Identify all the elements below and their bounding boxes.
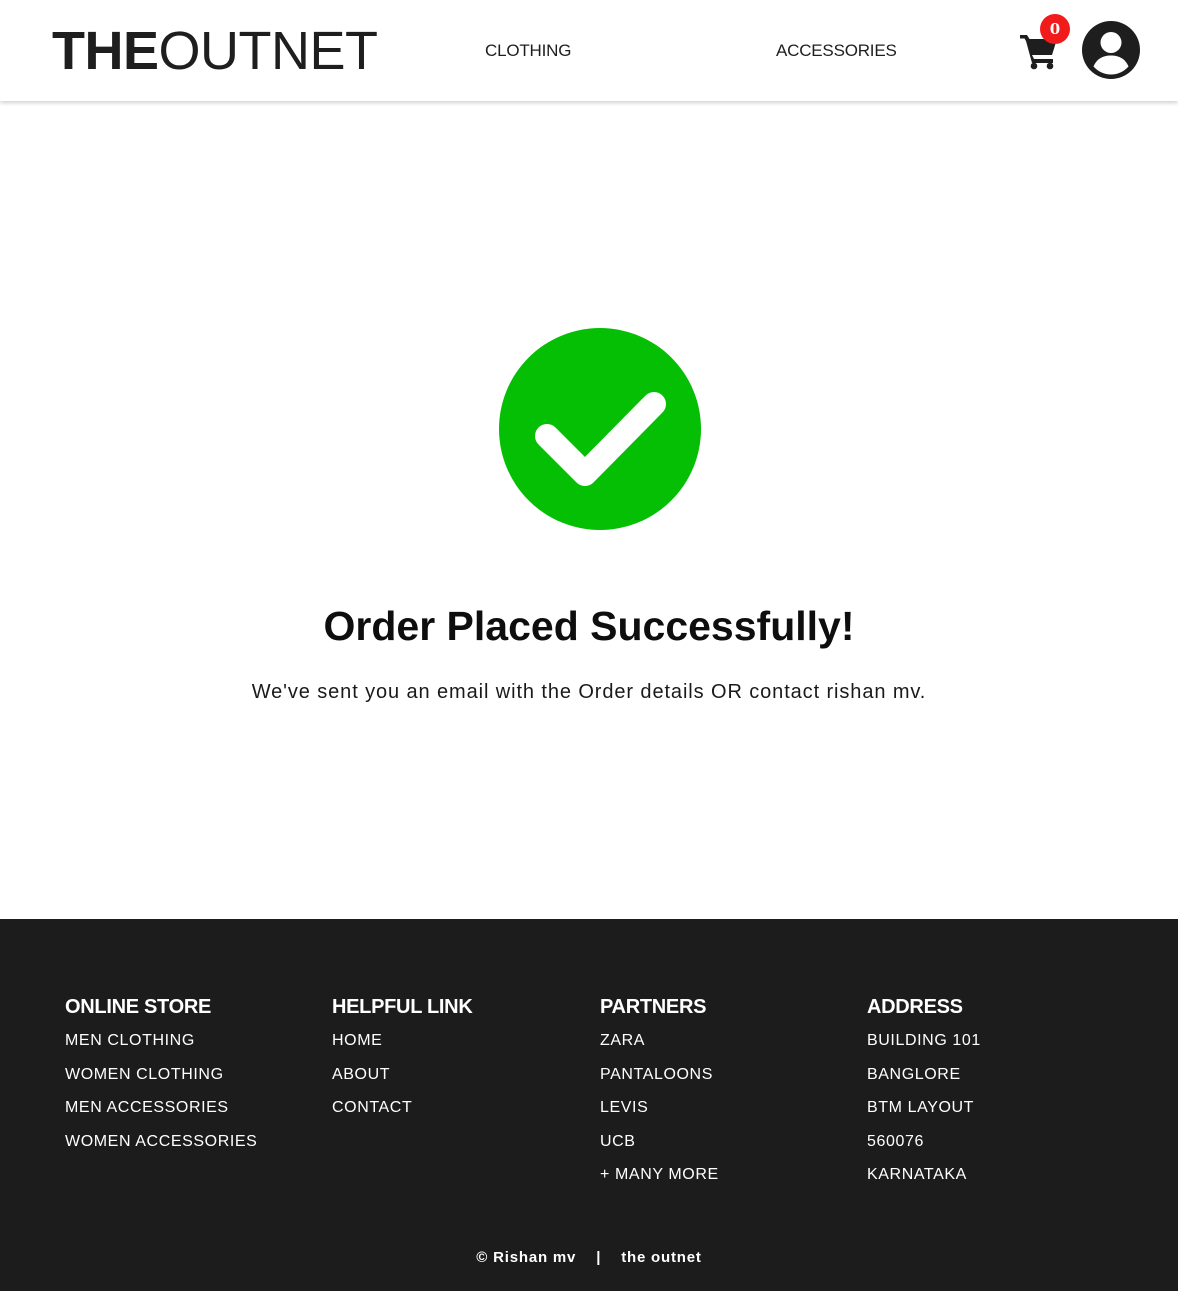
- footer-column-helpful-link: HELPFUL LINK HOME ABOUT CONTACT: [332, 995, 473, 1132]
- nav-clothing-link[interactable]: CLOTHING: [485, 40, 571, 62]
- footer-heading: PARTNERS: [600, 996, 707, 1018]
- footer-link-zara[interactable]: ZARA: [600, 1032, 645, 1049]
- footer-link-about[interactable]: ABOUT: [332, 1066, 390, 1083]
- copyright-owner: © Rishan mv: [476, 1249, 577, 1266]
- footer-heading: ONLINE STORE: [65, 996, 212, 1018]
- footer-link-men-accessories[interactable]: MEN ACCESSORIES: [65, 1099, 229, 1116]
- footer-heading: ADDRESS: [867, 996, 963, 1018]
- address-line: 560076: [867, 1132, 924, 1150]
- footer-heading: HELPFUL LINK: [332, 996, 473, 1018]
- footer-link-contact[interactable]: CONTACT: [332, 1099, 412, 1116]
- footer-column-partners: PARTNERS ZARA PANTALOONS LEVIS UCB + MAN…: [600, 995, 719, 1199]
- footer-link-women-clothing[interactable]: WOMEN CLOTHING: [65, 1066, 224, 1083]
- copyright-separator: |: [596, 1249, 602, 1266]
- logo-light-text: OUTNET: [158, 21, 379, 81]
- success-title: Order Placed Successfully!: [323, 603, 855, 649]
- copyright-line: © Rishan mv | the outnet: [0, 1248, 1178, 1268]
- address-line: BTM LAYOUT: [867, 1099, 975, 1116]
- success-message: We've sent you an email with the Order d…: [251, 681, 927, 703]
- footer-link-home[interactable]: HOME: [332, 1032, 382, 1049]
- footer-link-women-accessories[interactable]: WOMEN ACCESSORIES: [65, 1133, 257, 1150]
- site-header: THEOUTNET CLOTHING ACCESSORIES 0: [0, 0, 1178, 101]
- footer-link-pantaloons[interactable]: PANTALOONS: [600, 1066, 713, 1083]
- cart-count-badge: 0: [1040, 14, 1070, 44]
- footer-link-ucb[interactable]: UCB: [600, 1133, 636, 1150]
- footer-link-many-more[interactable]: + MANY MORE: [600, 1166, 719, 1183]
- copyright-brand: the outnet: [621, 1249, 702, 1266]
- footer-link-levis[interactable]: LEVIS: [600, 1099, 648, 1116]
- address-line: BUILDING 101: [867, 1032, 981, 1049]
- logo-bold-text: THE: [52, 21, 159, 81]
- footer-column-online-store: ONLINE STORE MEN CLOTHING WOMEN CLOTHING…: [65, 995, 257, 1165]
- address-line: KARNATAKA: [867, 1166, 967, 1183]
- user-account-icon[interactable]: [1082, 21, 1140, 79]
- site-footer: ONLINE STORE MEN CLOTHING WOMEN CLOTHING…: [0, 919, 1178, 1291]
- address-line: BANGLORE: [867, 1065, 961, 1083]
- order-confirmation: Order Placed Successfully! We've sent yo…: [0, 101, 1178, 919]
- check-circle-icon: [499, 328, 701, 530]
- footer-column-address: ADDRESS BUILDING 101 BANGLORE BTM LAYOUT…: [867, 995, 981, 1199]
- nav-accessories-link[interactable]: ACCESSORIES: [776, 40, 897, 62]
- site-logo[interactable]: THEOUTNET: [52, 20, 378, 82]
- footer-link-men-clothing[interactable]: MEN CLOTHING: [65, 1032, 195, 1049]
